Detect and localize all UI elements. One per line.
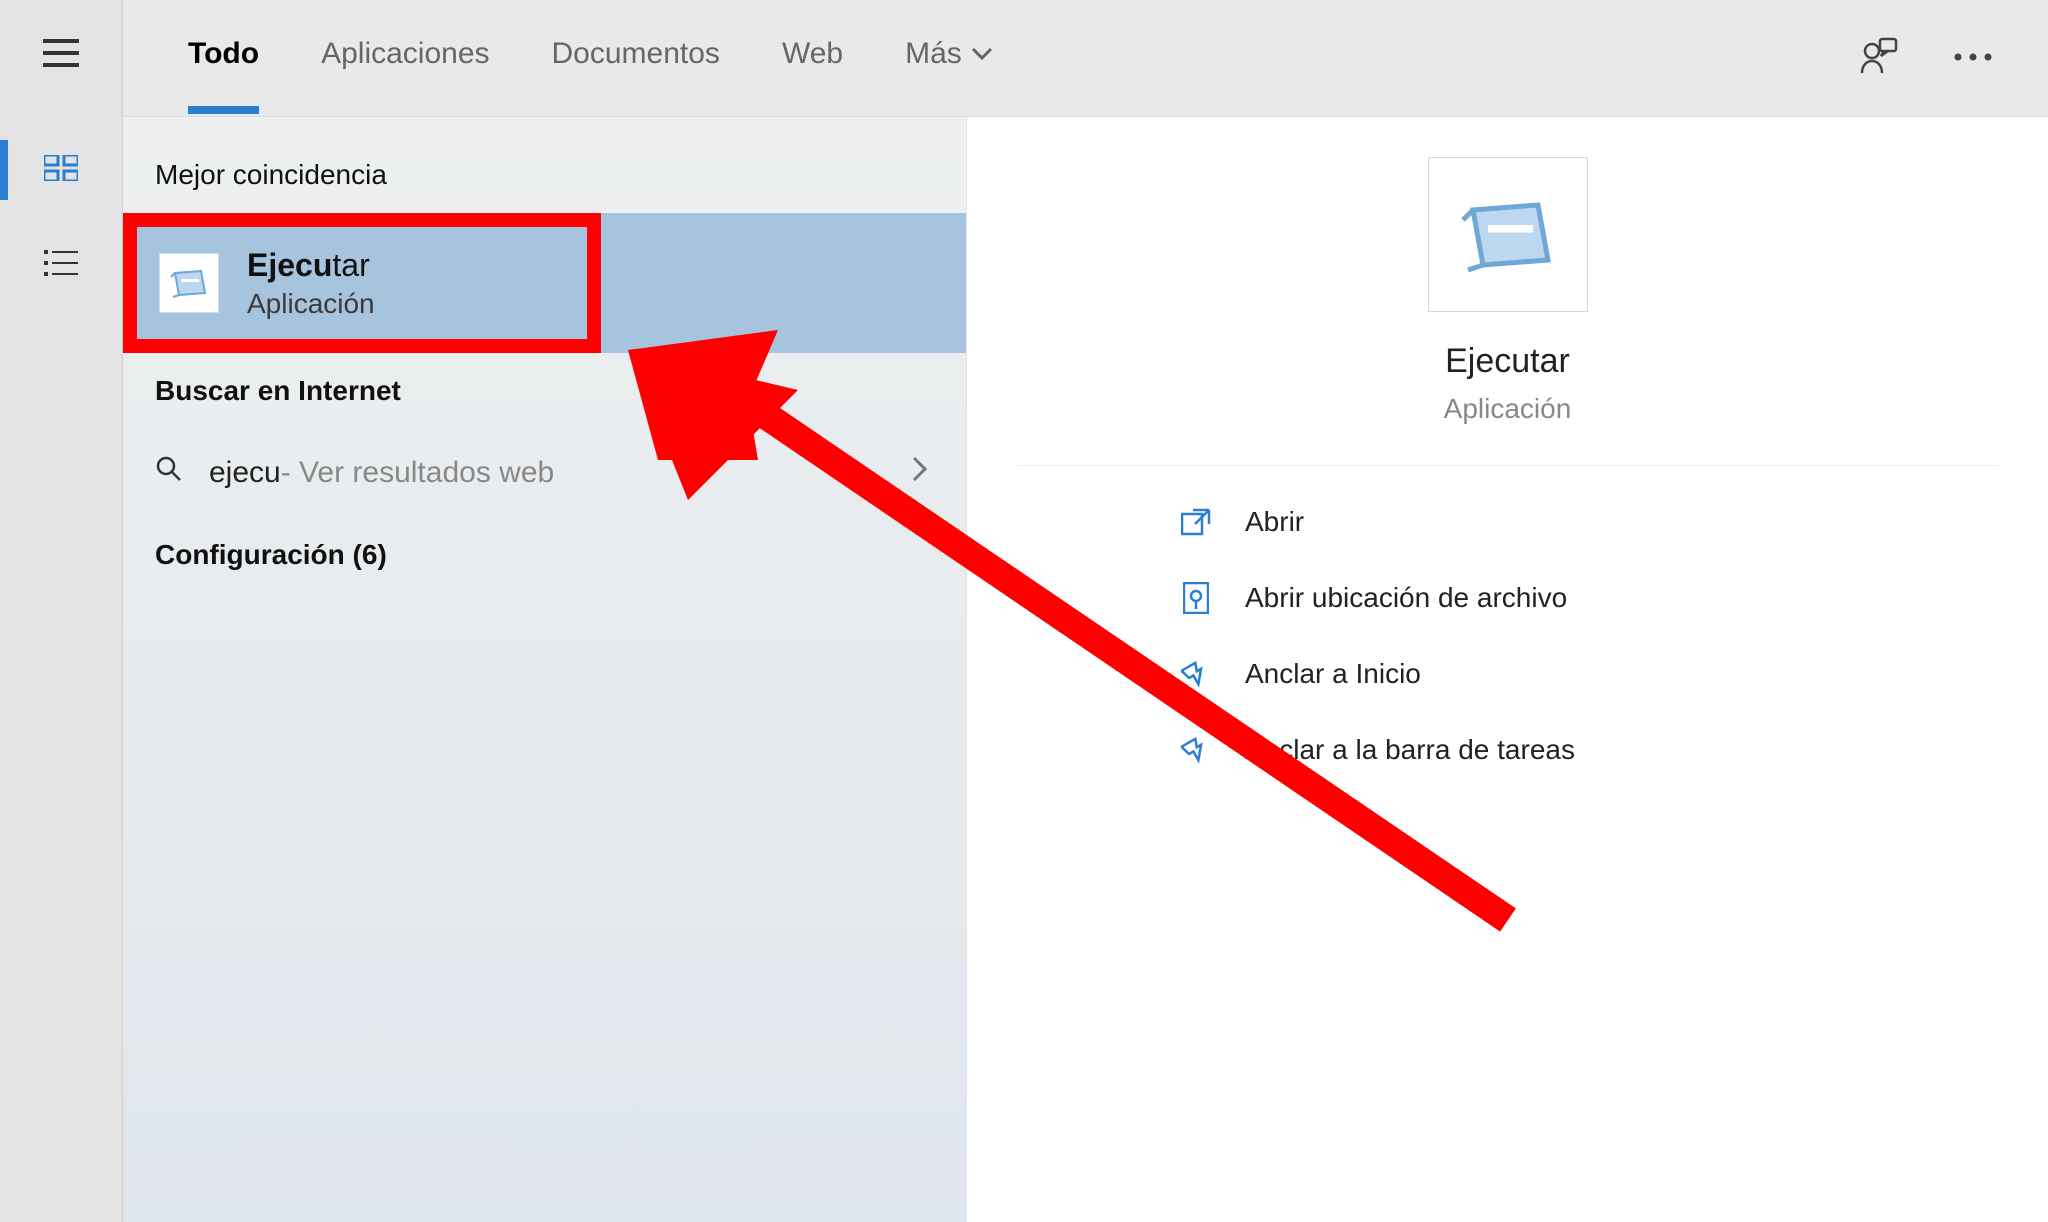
search-panel: Todo Aplicaciones Documentos Web Más [123,0,2048,1222]
tab-all[interactable]: Todo [188,37,259,79]
pin-icon [1177,736,1215,764]
best-match-title: Ejecutar [247,247,375,284]
action-open-location[interactable]: Abrir ubicación de archivo [1177,572,1988,624]
action-open-location-label: Abrir ubicación de archivo [1245,582,1567,614]
tab-more[interactable]: Más [905,37,992,79]
best-match-subtitle: Aplicación [247,288,375,320]
chevron-right-icon [912,456,928,490]
rail-list-button[interactable] [26,235,96,290]
details-title: Ejecutar [1445,342,1570,381]
best-match-result[interactable]: Ejecutar Aplicación [123,213,966,353]
person-feedback-icon [1860,37,1898,75]
action-pin-start-label: Anclar a Inicio [1245,658,1421,690]
rail-apps-button[interactable] [26,140,96,195]
pin-icon [1177,660,1215,688]
search-internet-heading: Buscar en Internet [123,353,966,429]
tab-documents[interactable]: Documentos [552,37,720,79]
rail-active-indicator [0,140,8,200]
run-icon [169,267,209,299]
feedback-button[interactable] [1860,37,1898,80]
tab-more-label: Más [905,37,962,71]
tabbar-right-actions [1860,0,1993,116]
list-icon [44,250,78,276]
details-subtitle: Aplicación [1444,393,1572,425]
best-match-title-match: Ejecu [247,247,332,283]
best-match-title-rest: tar [332,247,369,283]
search-scope-tabbar: Todo Aplicaciones Documentos Web Más [123,0,2048,117]
search-results: Mejor coincidencia Ejecutar Aplica [123,117,966,1222]
tab-apps[interactable]: Aplicaciones [321,37,489,79]
chevron-down-icon [972,48,992,60]
result-details-pane: Ejecutar Aplicación Abrir Abrir [966,117,2048,1222]
tab-web[interactable]: Web [782,37,843,79]
open-icon [1177,508,1215,536]
action-open-label: Abrir [1245,506,1304,538]
best-match-heading: Mejor coincidencia [123,137,966,213]
grid-icon [44,155,78,181]
more-options-button[interactable] [1953,49,1993,67]
best-match-text: Ejecutar Aplicación [247,247,375,320]
action-pin-start[interactable]: Anclar a Inicio [1177,648,1988,700]
rail-hamburger-button[interactable] [26,25,96,80]
hamburger-icon [43,39,79,67]
run-icon [1458,195,1558,275]
web-search-result[interactable]: ejecu - Ver resultados web [123,429,966,517]
web-search-suffix: - Ver resultados web [281,456,554,490]
folder-location-icon [1177,582,1215,614]
web-search-query-match: ejecu [209,456,281,490]
action-pin-taskbar[interactable]: Anclar a la barra de tareas [1177,724,1988,776]
details-actions: Abrir Abrir ubicación de archivo Anclar … [967,466,2048,776]
action-open[interactable]: Abrir [1177,496,1988,548]
task-rail [0,0,123,1222]
action-pin-taskbar-label: Anclar a la barra de tareas [1245,734,1575,766]
search-icon [155,455,183,491]
windows-search-panel: Todo Aplicaciones Documentos Web Más [0,0,2048,1222]
run-app-tile-large [1428,157,1588,312]
settings-heading[interactable]: Configuración (6) [123,517,966,593]
search-body: Mejor coincidencia Ejecutar Aplica [123,117,2048,1222]
ellipsis-icon [1953,52,1993,62]
details-header: Ejecutar Aplicación [1017,117,1998,466]
run-app-tile-small [159,253,219,313]
